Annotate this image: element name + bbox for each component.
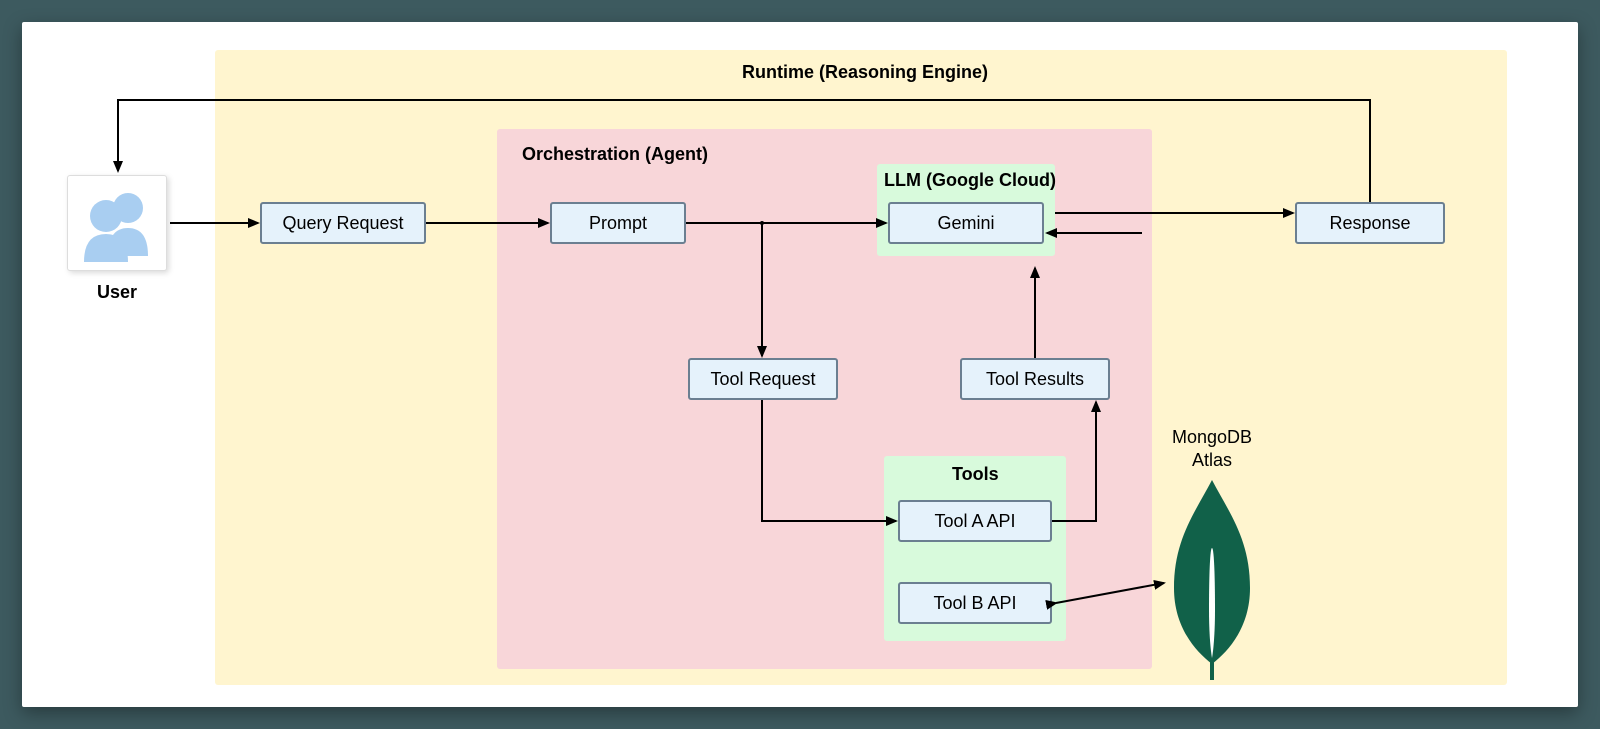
node-prompt: Prompt — [550, 202, 686, 244]
region-tools-title: Tools — [952, 464, 999, 485]
canvas: Runtime (Reasoning Engine) Orchestration… — [22, 22, 1578, 707]
mongodb-label: MongoDB Atlas — [1157, 426, 1267, 471]
node-tool-results: Tool Results — [960, 358, 1110, 400]
node-tool-b-api: Tool B API — [898, 582, 1052, 624]
region-orchestration-title: Orchestration (Agent) — [522, 144, 708, 165]
mongodb-label-line1: MongoDB — [1172, 427, 1252, 447]
node-query-request: Query Request — [260, 202, 426, 244]
user-label: User — [67, 282, 167, 303]
node-tool-a-api: Tool A API — [898, 500, 1052, 542]
page: Runtime (Reasoning Engine) Orchestration… — [0, 0, 1600, 729]
node-response: Response — [1295, 202, 1445, 244]
user-card — [67, 175, 167, 271]
region-llm-title: LLM (Google Cloud) — [884, 170, 1056, 191]
mongodb-label-line2: Atlas — [1192, 450, 1232, 470]
node-tool-request: Tool Request — [688, 358, 838, 400]
mongodb-leaf-icon — [1168, 480, 1256, 680]
region-runtime-title: Runtime (Reasoning Engine) — [742, 62, 988, 83]
people-icon — [68, 176, 168, 272]
node-gemini: Gemini — [888, 202, 1044, 244]
